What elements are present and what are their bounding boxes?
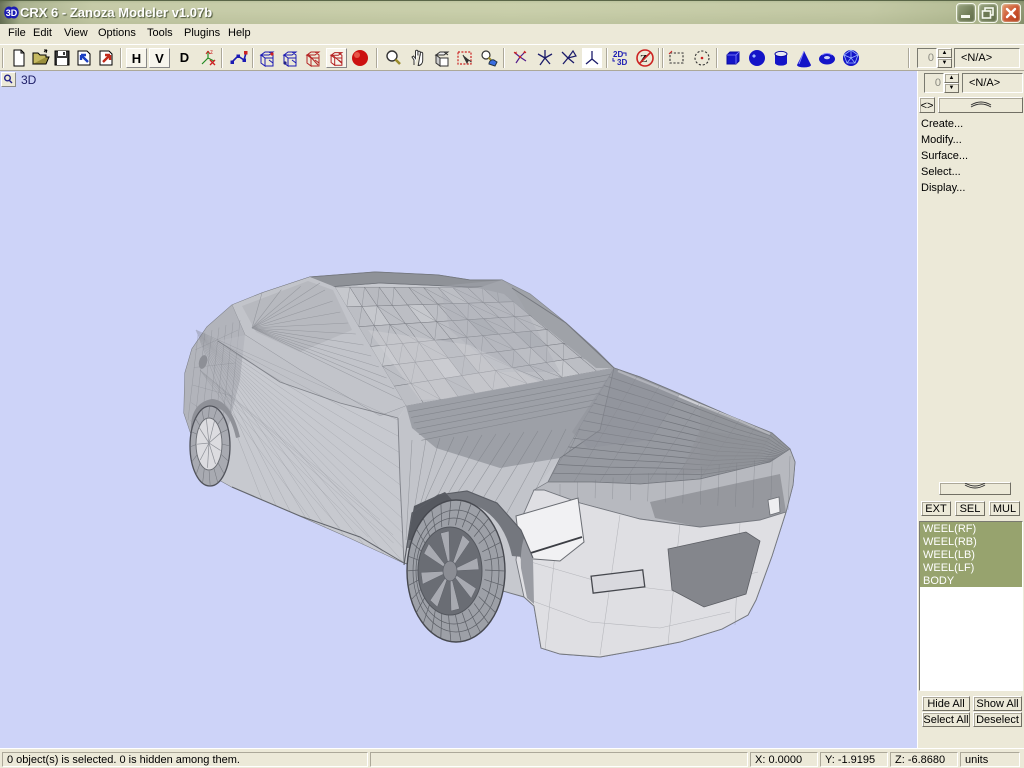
svg-text:z: z [210,50,213,56]
svg-text:3D: 3D [6,8,18,18]
svg-text:3D: 3D [617,58,627,67]
